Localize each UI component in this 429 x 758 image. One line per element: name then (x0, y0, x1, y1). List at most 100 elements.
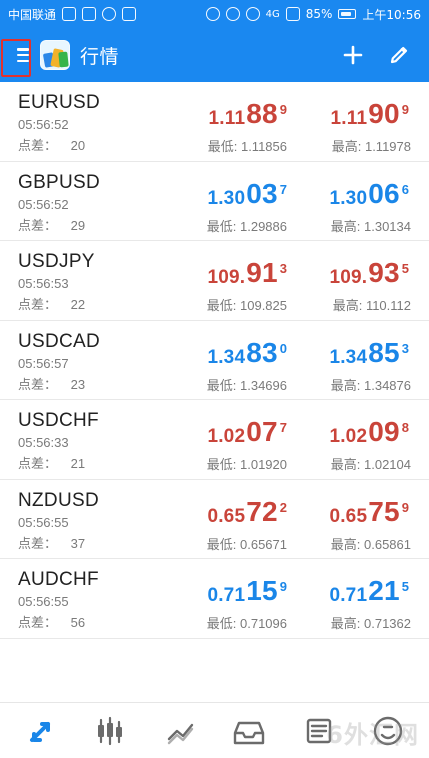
ask-price-big: 21 (368, 575, 400, 606)
bid-price[interactable]: 1.34 83 0 (169, 329, 289, 367)
quote-row-nzdusd[interactable]: NZDUSD 05:56:55 点差： 37 0.65 72 2 0.65 75… (0, 480, 429, 559)
quote-symbol: NZDUSD (18, 489, 99, 511)
bid-price-main: 1.34 (207, 346, 246, 368)
logo-part-green (58, 51, 69, 68)
high-price: 最高: 0.71362 (331, 613, 411, 632)
trade-line-icon (167, 723, 193, 744)
high-price: 最高: 0.65861 (331, 534, 411, 553)
quotes-arrows-icon (29, 721, 50, 742)
menu-button[interactable] (1, 35, 36, 77)
high-label: 最高: (331, 139, 362, 154)
high-price: 最高: 1.02104 (331, 454, 411, 473)
nav-charts[interactable] (78, 703, 142, 758)
bid-price-sup: 9 (279, 102, 287, 117)
nav-history[interactable] (217, 703, 281, 758)
spread-label: 点差： (18, 456, 58, 471)
high-value: 0.71362 (364, 616, 411, 631)
low-label: 最低: (206, 298, 237, 313)
quote-spread: 点差： 56 (18, 612, 85, 631)
high-label: 最高: (330, 218, 361, 234)
high-price: 最高: 1.11978 (332, 136, 411, 155)
pencil-icon (390, 46, 408, 64)
high-price: 最高: 110.112 (333, 295, 411, 314)
quote-row-eurusd[interactable]: EURUSD 05:56:52 点差： 20 1.11 88 9 1.11 90… (0, 82, 429, 162)
bid-price[interactable]: 0.71 15 9 (169, 567, 289, 606)
quote-time: 05:56:53 (18, 276, 69, 291)
bid-price[interactable]: 1.11 88 9 (169, 90, 289, 129)
ask-price[interactable]: 0.65 75 9 (291, 488, 411, 526)
nav-quotes[interactable] (9, 703, 73, 758)
low-price: 最低: 0.71096 (207, 613, 287, 632)
bid-price-big: 07 (246, 416, 278, 447)
ask-price[interactable]: 1.30 06 6 (291, 170, 411, 208)
bid-price-big: 03 (246, 177, 278, 209)
ask-price[interactable]: 0.71 21 5 (291, 567, 411, 606)
status-bar: 中国联通 4G 85% 上午10:56 (0, 0, 429, 28)
low-value: 1.01920 (240, 457, 287, 472)
spread-label: 点差： (18, 376, 58, 392)
nav-forex[interactable] (356, 703, 420, 758)
quote-row-audchf[interactable]: AUDCHF 05:56:55 点差： 56 0.71 15 9 0.71 21… (0, 559, 429, 639)
low-value: 1.34696 (240, 377, 287, 393)
ask-price-main: 109. (329, 267, 368, 288)
bid-price-sup: 0 (279, 340, 287, 356)
edit-symbols-button[interactable] (379, 35, 419, 75)
bid-price-sup: 7 (279, 420, 287, 435)
ask-price[interactable]: 1.11 90 9 (291, 90, 411, 129)
ask-price[interactable]: 1.02 09 8 (291, 408, 411, 447)
quote-symbol: USDCAD (18, 330, 101, 352)
quote-row-usdchf[interactable]: USDCHF 05:56:33 点差： 21 1.02 07 7 1.02 09… (0, 400, 429, 480)
high-value: 1.02104 (364, 457, 411, 472)
clock-time: 上午10:56 (362, 7, 421, 22)
ask-price-big: 93 (368, 257, 400, 288)
add-symbol-button[interactable] (333, 35, 373, 75)
quote-spread: 点差： 37 (18, 533, 85, 552)
low-price: 最低: 1.34696 (207, 375, 287, 394)
quote-spread: 点差： 23 (18, 374, 85, 393)
quote-row-usdcad[interactable]: USDCAD 05:56:57 点差： 23 1.34 83 0 1.34 85… (0, 321, 429, 400)
nav-news[interactable] (287, 703, 351, 758)
low-label: 最低: (206, 218, 237, 234)
bid-price[interactable]: 1.02 07 7 (169, 408, 289, 447)
bid-price-sup: 2 (279, 499, 287, 515)
ask-price-main: 0.71 (329, 585, 368, 606)
bid-price-big: 83 (246, 336, 278, 368)
battery-icon (338, 9, 357, 19)
high-label: 最高: (330, 377, 361, 393)
bottom-navigation: 6外汇网 (0, 702, 429, 758)
ask-price-sup: 6 (401, 181, 409, 197)
high-value: 110.112 (365, 298, 411, 313)
spread-label: 点差： (18, 138, 58, 153)
quote-time: 05:56:52 (18, 196, 69, 212)
ask-price[interactable]: 1.34 85 3 (291, 329, 411, 367)
ask-price-main: 1.34 (329, 346, 368, 368)
ask-price-big: 90 (368, 98, 400, 129)
low-label: 最低: (206, 377, 237, 393)
spread-label: 点差： (18, 535, 58, 551)
bid-price[interactable]: 1.30 03 7 (169, 170, 289, 208)
ask-price-sup: 9 (401, 102, 409, 117)
quote-time: 05:56:52 (18, 117, 69, 132)
low-price: 最低: 0.65671 (207, 534, 287, 553)
nav-trade[interactable] (148, 703, 212, 758)
candles-chart-icon (98, 716, 123, 745)
quote-spread: 点差： 29 (18, 215, 85, 234)
status-left: 中国联通 (8, 6, 206, 23)
bid-price[interactable]: 109. 91 3 (169, 249, 289, 288)
quote-row-gbpusd[interactable]: GBPUSD 05:56:52 点差： 29 1.30 03 7 1.30 06… (0, 162, 429, 241)
page-title: 行情 (80, 45, 120, 68)
spread-value: 56 (70, 615, 86, 630)
carrier-label: 中国联通 (8, 7, 57, 22)
ask-price-main: 1.30 (329, 187, 368, 209)
photo-icon (82, 7, 97, 21)
spread-value: 20 (70, 138, 86, 153)
quote-spread: 点差： 21 (18, 453, 85, 472)
bid-price-main: 0.65 (207, 505, 246, 527)
spread-label: 点差： (18, 615, 58, 630)
ask-price[interactable]: 109. 93 5 (291, 249, 411, 288)
bid-price-sup: 3 (279, 261, 287, 276)
spread-value: 37 (70, 535, 86, 551)
bid-price[interactable]: 0.65 72 2 (169, 488, 289, 526)
quote-row-usdjpy[interactable]: USDJPY 05:56:53 点差： 22 109. 91 3 109. 93… (0, 241, 429, 321)
bid-price-main: 1.02 (207, 426, 246, 447)
